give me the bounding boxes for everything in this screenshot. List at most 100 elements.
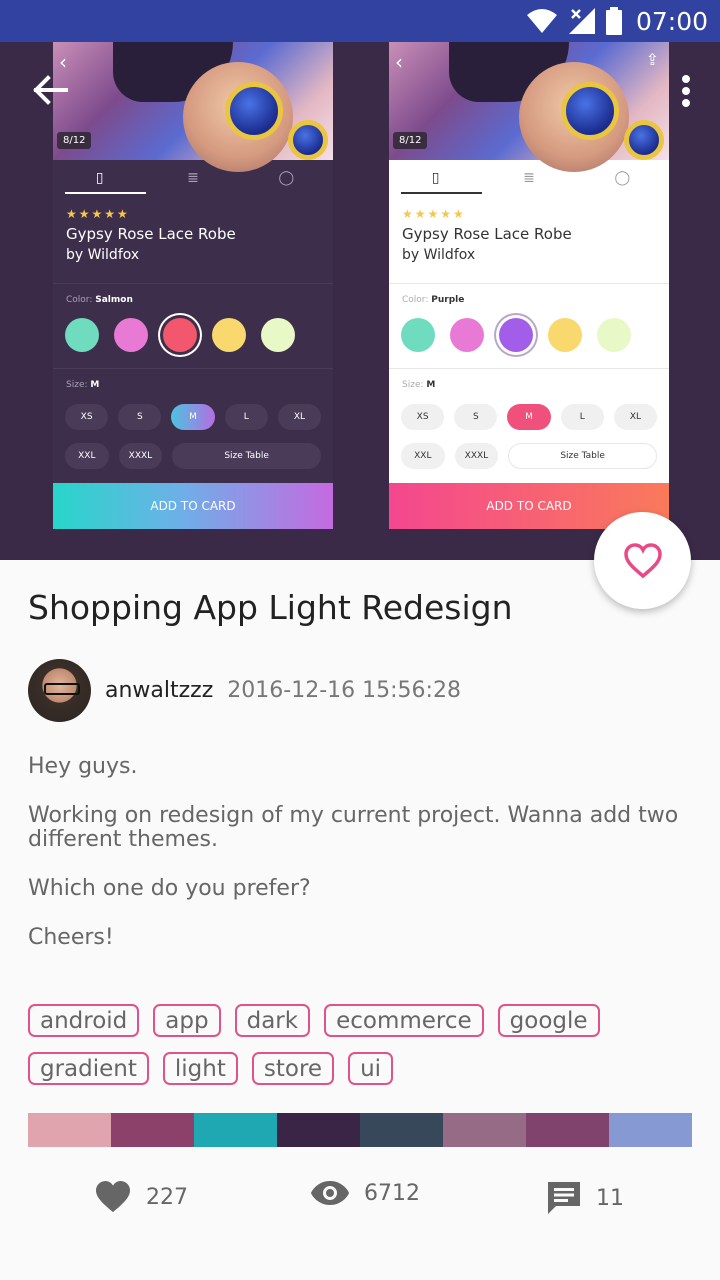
mock-product-title: Gypsy Rose Lace Robe: [66, 225, 236, 243]
size-table-pill: Size Table: [508, 443, 657, 469]
status-bar: 07:00: [0, 0, 720, 42]
eye-icon: [311, 1181, 349, 1205]
mock-share-icon: ⇪: [645, 50, 659, 69]
mock-tab-bar: ▯ ≣ ◯: [53, 160, 333, 196]
color-swatch: [548, 318, 582, 352]
size-pill: XS: [401, 404, 445, 430]
color-swatch: [163, 318, 197, 352]
stats-bar: 227 6712 11: [0, 1180, 720, 1226]
size-pill: XXL: [65, 443, 109, 469]
size-pill: XXL: [401, 443, 445, 469]
mock-page-counter: 8/12: [393, 132, 428, 149]
tag-chip[interactable]: ecommerce: [324, 1004, 484, 1037]
size-pill: S: [454, 404, 498, 430]
like-button[interactable]: [594, 512, 691, 609]
palette-color[interactable]: [194, 1113, 277, 1147]
dark-theme-mockup: ‹ 8/12 ▯ ≣ ◯ ★★★★★ Gypsy Rose Lace Robe …: [53, 42, 333, 529]
color-swatch: [212, 318, 246, 352]
size-pill: XXXL: [118, 443, 163, 469]
mock-document-icon: ≣: [523, 170, 535, 186]
palette-color[interactable]: [28, 1113, 111, 1147]
mock-chat-icon: ◯: [614, 170, 631, 186]
description-paragraph: Working on redesign of my current projec…: [28, 803, 679, 852]
mock-color-label: Color: Purple: [402, 295, 465, 305]
tag-chip[interactable]: dark: [234, 1004, 311, 1037]
mock-document-icon: ≣: [187, 170, 199, 186]
rating-stars: ★★★★★: [66, 207, 130, 221]
palette-color[interactable]: [526, 1113, 609, 1147]
color-swatch: [450, 318, 484, 352]
tag-chip[interactable]: gradient: [28, 1052, 149, 1085]
palette-color[interactable]: [277, 1113, 360, 1147]
color-swatch: [499, 318, 533, 352]
size-pill: M: [171, 404, 215, 430]
mock-product-title: Gypsy Rose Lace Robe: [402, 225, 572, 243]
description-paragraph: Which one do you prefer?: [28, 876, 311, 901]
color-swatch: [597, 318, 631, 352]
mock-page-counter: 8/12: [57, 132, 92, 149]
size-pill: M: [507, 404, 551, 430]
shot-title: Shopping App Light Redesign: [28, 588, 513, 627]
product-photo: [53, 42, 333, 172]
mock-back-icon: ‹: [395, 50, 403, 74]
light-theme-mockup: ‹ ⇪ 8/12 ▯ ≣ ◯ ★★★★★ Gypsy Rose Lace Rob…: [389, 42, 669, 529]
size-pill: L: [224, 404, 268, 430]
mock-tag-icon: ▯: [389, 160, 483, 196]
shot-preview-image[interactable]: ‹ 8/12 ▯ ≣ ◯ ★★★★★ Gypsy Rose Lace Robe …: [0, 42, 720, 560]
wifi-icon: [526, 9, 557, 33]
tag-chip[interactable]: light: [162, 1052, 238, 1085]
palette-color[interactable]: [111, 1113, 194, 1147]
battery-icon: [605, 7, 622, 35]
palette-color[interactable]: [443, 1113, 526, 1147]
mock-product-brand: by Wildfox: [402, 247, 476, 263]
description-paragraph: Cheers!: [28, 925, 114, 950]
size-pill: XXXL: [454, 443, 499, 469]
mock-tab-bar: ▯ ≣ ◯: [389, 160, 669, 196]
status-time: 07:00: [635, 6, 708, 36]
mock-color-label: Color: Salmon: [66, 295, 133, 305]
views-count: 6712: [364, 1180, 420, 1206]
more-vert-icon[interactable]: [680, 74, 692, 108]
size-pill: L: [560, 404, 604, 430]
mock-product-brand: by Wildfox: [66, 247, 140, 263]
comments-count: 11: [596, 1185, 624, 1211]
description-paragraph: Hey guys.: [28, 754, 138, 779]
tag-chip[interactable]: store: [251, 1052, 335, 1085]
heart-outline-icon: [623, 542, 662, 578]
mock-tag-icon: ▯: [53, 160, 147, 196]
tag-chip[interactable]: ui: [348, 1052, 394, 1085]
palette-color[interactable]: [360, 1113, 443, 1147]
tag-chip[interactable]: google: [497, 1004, 600, 1037]
tag-chip[interactable]: android: [28, 1004, 140, 1037]
size-pill: S: [118, 404, 162, 430]
color-swatch: [65, 318, 99, 352]
mock-color-swatches: [401, 318, 631, 352]
product-photo: [389, 42, 669, 172]
mock-color-swatches: [65, 318, 295, 352]
size-pill: XL: [277, 404, 322, 430]
mock-size-label: Size: M: [402, 380, 436, 390]
signal-icon: [568, 8, 595, 34]
shot-description: Hey guys. Working on redesign of my curr…: [28, 755, 688, 975]
tag-chip[interactable]: app: [153, 1004, 221, 1037]
rating-stars: ★★★★★: [402, 207, 466, 221]
post-timestamp: 2016-12-16 15:56:28: [227, 678, 461, 703]
palette-color[interactable]: [609, 1113, 692, 1147]
avatar[interactable]: [28, 659, 91, 722]
color-swatch: [261, 318, 295, 352]
author-name[interactable]: anwaltzzz: [105, 678, 213, 703]
size-pill: XL: [613, 404, 658, 430]
color-swatch: [114, 318, 148, 352]
comments-stat[interactable]: 11: [546, 1180, 624, 1216]
color-swatch: [401, 318, 435, 352]
tag-list: android app dark ecommerce google gradie…: [28, 1004, 688, 1085]
mock-chat-icon: ◯: [278, 170, 295, 186]
heart-icon: [96, 1180, 130, 1213]
color-palette: [28, 1113, 692, 1147]
comment-icon: [548, 1182, 580, 1214]
back-arrow-icon[interactable]: [30, 70, 70, 110]
likes-stat[interactable]: 227: [94, 1180, 188, 1214]
views-stat: 6712: [310, 1180, 420, 1206]
mock-add-to-card-button: ADD TO CARD: [53, 483, 333, 529]
mock-size-label: Size: M: [66, 380, 100, 390]
